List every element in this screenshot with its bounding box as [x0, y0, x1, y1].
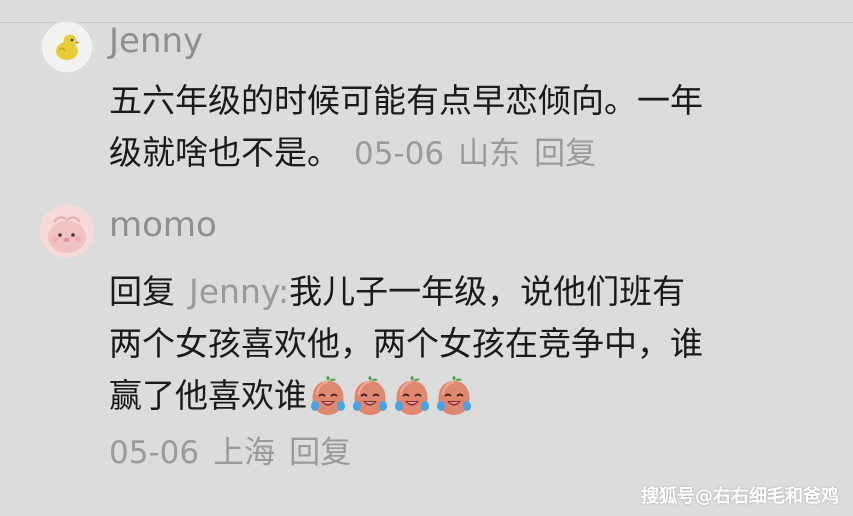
watermark: 搜狐号@右右细毛和爸鸡 [641, 486, 839, 507]
comment-text-line: 两个女孩喜欢他，两个女孩在竞争中，谁 [109, 324, 703, 363]
comment-text-part: 级就啥也不是。 [109, 133, 340, 172]
laugh-cry-peach-icon [433, 375, 475, 417]
comment-text: 回复 Jenny:我儿子一年级，说他们班有 两个女孩喜欢他，两个女孩在竞争中，谁 … [109, 266, 703, 422]
comment-location: 山东 [458, 136, 521, 172]
comment-text: 五六年级的时候可能有点早恋倾向。一年 级就啥也不是。 05-06 山东 回复 [109, 75, 703, 180]
laugh-cry-peach-icon [307, 375, 349, 417]
reply-button[interactable]: 回复 [289, 435, 351, 471]
pink-face-avatar-icon [40, 204, 94, 258]
laugh-cry-peach-icon [349, 375, 391, 417]
comment-text-line: 级就啥也不是。 05-06 山东 回复 [109, 127, 703, 180]
comment-text-line: 赢了他喜欢谁 [109, 370, 703, 422]
comment-meta: 05-06 上海 回复 [109, 438, 351, 469]
emoji-row [307, 375, 475, 417]
comment-date: 05-06 [354, 136, 445, 172]
user-avatar[interactable] [40, 204, 94, 258]
laugh-cry-peach-icon [391, 375, 433, 417]
comment-text-line: 五六年级的时候可能有点早恋倾向。一年 [109, 81, 703, 120]
reply-prefix: 回复 [109, 272, 175, 311]
user-avatar[interactable] [40, 20, 94, 74]
comment-text-part: 我儿子一年级，说他们班有 [289, 272, 686, 311]
comment-text-part: 赢了他喜欢谁 [109, 376, 307, 415]
comment-text-line: 回复 Jenny:我儿子一年级，说他们班有 [109, 266, 703, 318]
comment-location: 上海 [213, 435, 276, 471]
chick-avatar-icon [40, 20, 94, 74]
comment-date: 05-06 [109, 435, 200, 471]
reply-button[interactable]: 回复 [534, 136, 596, 172]
username[interactable]: momo [109, 208, 217, 242]
reply-mention[interactable]: Jenny: [189, 272, 289, 311]
username[interactable]: Jenny [109, 24, 203, 58]
